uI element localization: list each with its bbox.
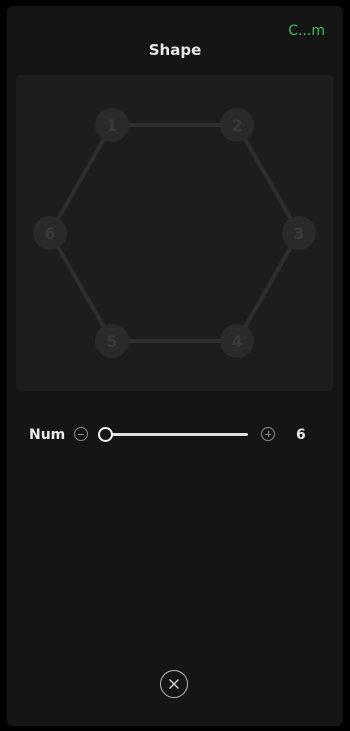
hexagon-shape: 1 2 3 4 5 6 <box>33 108 316 358</box>
node-label-5: 5 <box>106 332 117 351</box>
node-label-4: 4 <box>231 332 242 351</box>
plus-icon-v <box>267 431 269 437</box>
num-label: Num <box>29 427 66 443</box>
decrement-button[interactable] <box>74 427 88 441</box>
num-control: Num 6 <box>7 424 343 448</box>
num-slider-track[interactable] <box>105 433 248 436</box>
node-label-6: 6 <box>44 224 55 243</box>
num-slider-thumb[interactable] <box>98 427 113 442</box>
close-icon <box>169 679 179 689</box>
close-button[interactable] <box>160 670 188 698</box>
page-title: Shape <box>148 41 202 59</box>
minus-icon <box>78 433 84 435</box>
node-label-3: 3 <box>293 224 304 243</box>
increment-button[interactable] <box>261 427 275 441</box>
hexagon-outline <box>47 123 302 343</box>
node-label-1: 1 <box>106 116 117 135</box>
confirm-button[interactable]: C...m <box>288 23 325 39</box>
shape-editor-screen: C...m Shape 1 2 3 4 5 6 Num 6 <box>7 6 343 726</box>
shape-canvas[interactable]: 1 2 3 4 5 6 <box>16 75 333 391</box>
hexagon-edges <box>47 123 302 343</box>
num-value: 6 <box>296 427 306 443</box>
node-label-2: 2 <box>231 116 242 135</box>
